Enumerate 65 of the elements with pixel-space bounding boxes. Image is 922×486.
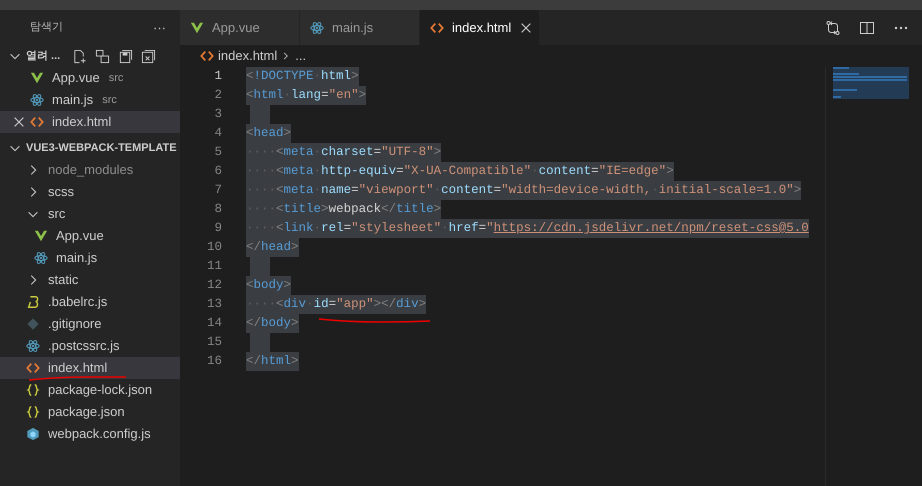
- code-brackets-icon: [200, 49, 214, 63]
- line-number: 7: [213, 182, 222, 199]
- file-item[interactable]: main.js: [0, 247, 180, 269]
- diamond-icon: [26, 317, 40, 331]
- line-number: 4: [213, 125, 222, 142]
- open-editor-item[interactable]: index.html: [0, 111, 180, 133]
- line-number: 12: [206, 277, 222, 294]
- line-number: 11: [206, 258, 222, 275]
- line-number: 10: [206, 239, 222, 256]
- atom-icon: [310, 20, 324, 34]
- open-editor-item[interactable]: main.js src: [0, 89, 180, 111]
- close-icon[interactable]: [12, 115, 26, 129]
- code-brackets-icon: [430, 20, 444, 34]
- file-item[interactable]: .postcssrc.js: [0, 335, 180, 357]
- file-item[interactable]: .gitignore: [0, 313, 180, 335]
- code-brackets-icon: [30, 115, 44, 129]
- compare-changes-icon[interactable]: [825, 20, 841, 36]
- line-number: 1: [213, 68, 222, 85]
- folder-item[interactable]: node_modules: [0, 159, 180, 181]
- v-shape-icon: [30, 71, 44, 85]
- editor-tab[interactable]: main.js: [300, 10, 420, 45]
- breadcrumb-item[interactable]: ...: [295, 46, 306, 66]
- new-file-icon[interactable]: [72, 48, 88, 64]
- file-item[interactable]: App.vue: [0, 225, 180, 247]
- save-all-icon[interactable]: [118, 48, 134, 64]
- more-button[interactable]: ···: [153, 18, 166, 38]
- split-editor-icon[interactable]: [859, 20, 875, 36]
- file-item[interactable]: index.html: [0, 357, 180, 379]
- section-header[interactable]: 열려 ...: [26, 48, 60, 64]
- open-editor-item[interactable]: App.vue src: [0, 67, 180, 89]
- line-number: 14: [206, 315, 222, 332]
- atom-icon: [34, 251, 48, 265]
- letter-b-icon: [26, 295, 40, 309]
- line-number: 3: [213, 106, 222, 123]
- editor-tab[interactable]: App.vue: [180, 10, 300, 45]
- line-number: 8: [213, 201, 222, 218]
- atom-icon: [30, 93, 44, 107]
- braces-icon: [26, 383, 40, 397]
- close-icon[interactable]: [519, 20, 534, 34]
- file-item[interactable]: .babelrc.js: [0, 291, 180, 313]
- line-number: 6: [213, 163, 222, 180]
- line-number: 16: [206, 353, 222, 370]
- folder-item[interactable]: scss: [0, 181, 180, 203]
- braces-icon: [26, 405, 40, 419]
- folder-item[interactable]: static: [0, 269, 180, 291]
- close-all-icon[interactable]: [141, 48, 156, 64]
- line-number: 5: [213, 144, 222, 161]
- sidebar-title: 탐색기: [30, 20, 63, 36]
- line-number: 9: [213, 220, 222, 237]
- line-number: 15: [206, 334, 222, 351]
- line-number: 2: [213, 87, 222, 104]
- line-number: 13: [206, 296, 222, 313]
- editor-tab[interactable]: index.html: [420, 10, 540, 45]
- atom-icon: [26, 339, 40, 353]
- file-item[interactable]: package.json: [0, 401, 180, 423]
- file-item[interactable]: package-lock.json: [0, 379, 180, 401]
- v-shape-icon: [34, 229, 48, 243]
- overlapping-squares-icon[interactable]: [95, 48, 110, 64]
- folder-item[interactable]: src: [0, 203, 180, 225]
- v-shape-icon: [190, 20, 204, 34]
- section-header[interactable]: VUE3-WEBPACK-TEMPLATE: [26, 140, 177, 156]
- breadcrumb-item[interactable]: index.html: [218, 46, 278, 66]
- code-brackets-icon: [26, 361, 40, 375]
- file-item[interactable]: webpack.config.js: [0, 423, 180, 445]
- cube-icon: [26, 427, 40, 441]
